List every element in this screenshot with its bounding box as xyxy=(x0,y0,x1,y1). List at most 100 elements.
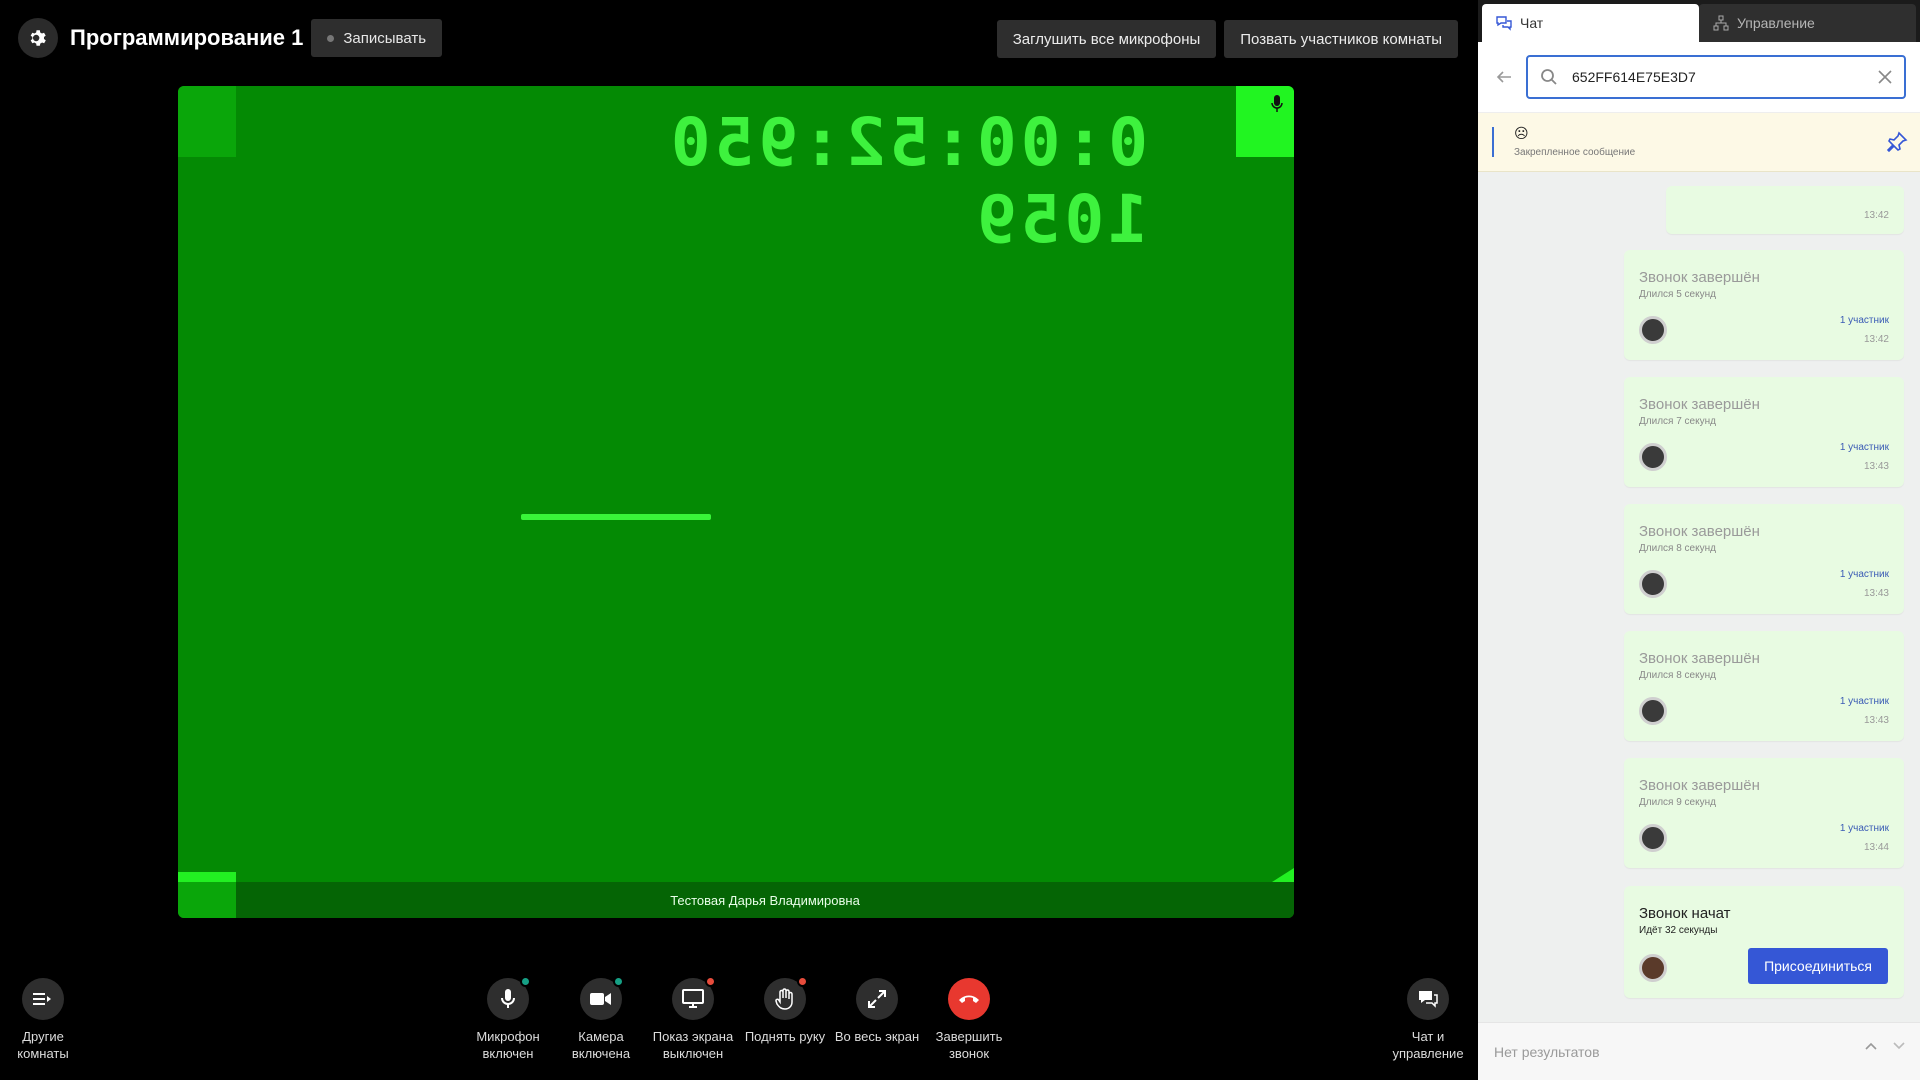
message-title: Звонок завершён xyxy=(1639,269,1760,286)
chat-toggle-label: Чат и управление xyxy=(1392,1029,1464,1061)
screen-status-badge xyxy=(705,976,716,987)
call-ended-message: Звонок завершён Длился 5 секунд 1 участн… xyxy=(1624,250,1904,360)
fullscreen-button[interactable]: Во весь экран xyxy=(832,978,922,1045)
top-actions: Заглушить все микрофоны Позвать участник… xyxy=(996,20,1458,58)
mute-all-button[interactable]: Заглушить все микрофоны xyxy=(996,20,1217,58)
monitor-icon xyxy=(682,989,704,1008)
message-time: 13:43 xyxy=(1863,461,1889,472)
settings-button[interactable] xyxy=(18,18,58,58)
back-button[interactable] xyxy=(1492,65,1516,89)
chevron-down-icon[interactable] xyxy=(1892,1041,1906,1051)
corner-marker-tr xyxy=(1236,86,1294,157)
message-time: 13:42 xyxy=(1863,210,1889,221)
message-title: Звонок завершён xyxy=(1639,523,1760,540)
camera-status-badge xyxy=(613,976,624,987)
pin-icon[interactable] xyxy=(1886,131,1908,153)
record-button[interactable]: Записывать xyxy=(311,19,443,57)
tab-chat-label: Чат xyxy=(1520,15,1544,31)
expand-icon xyxy=(868,990,886,1008)
message-participants[interactable]: 1 участник xyxy=(1840,569,1889,580)
message-time: 13:43 xyxy=(1863,715,1889,726)
chevron-up-icon[interactable] xyxy=(1864,1041,1878,1051)
message-participants[interactable]: 1 участник xyxy=(1840,315,1889,326)
pinned-label: Закрепленное сообщение xyxy=(1514,147,1636,158)
call-controls: Другие комнаты Микрофон включен Камера в… xyxy=(0,976,1478,1080)
mic-button[interactable]: Микрофон включен xyxy=(463,976,553,1062)
gear-icon xyxy=(30,30,46,46)
pinned-message[interactable]: ☹ Закрепленное сообщение xyxy=(1478,112,1920,172)
message-duration: Длился 9 секунд xyxy=(1639,797,1716,808)
avatar xyxy=(1639,824,1667,852)
chat-message: 13:42 xyxy=(1666,186,1904,234)
avatar xyxy=(1639,570,1667,598)
invite-participants-button[interactable]: Позвать участников комнаты xyxy=(1224,20,1458,58)
call-ended-message: Звонок завершён Длился 8 секунд 1 участн… xyxy=(1624,631,1904,741)
message-time: 13:43 xyxy=(1863,588,1889,599)
message-duration: Длился 7 секунд xyxy=(1639,416,1716,427)
message-duration: Длился 8 секунд xyxy=(1639,543,1716,554)
call-started-message: Звонок начат Идёт 32 секунды Присоединит… xyxy=(1624,886,1904,998)
result-nav xyxy=(1864,1041,1906,1051)
avatar xyxy=(1639,954,1667,982)
chat-toggle-button[interactable]: Чат и управление xyxy=(1383,978,1473,1062)
call-ended-message: Звонок завершён Длился 8 секунд 1 участн… xyxy=(1624,504,1904,614)
corner-marker-br xyxy=(1272,868,1294,882)
top-bar: Программирование 1 Записывать xyxy=(18,18,443,58)
raise-hand-button[interactable]: Поднять руку xyxy=(740,976,830,1045)
search-results-bar: Нет результатов xyxy=(1478,1022,1920,1080)
screen-share-label: Показ экрана выключен xyxy=(652,1029,734,1061)
microphone-icon xyxy=(501,989,515,1008)
message-participants[interactable]: 1 участник xyxy=(1840,696,1889,707)
message-duration: Длился 5 секунд xyxy=(1639,289,1716,300)
camera-icon xyxy=(590,993,611,1005)
arrow-left-icon xyxy=(1496,71,1511,83)
other-rooms-button[interactable]: Другие комнаты xyxy=(0,978,88,1062)
end-call-button[interactable]: Завершить звонок xyxy=(924,978,1014,1062)
hand-icon xyxy=(775,988,793,1010)
message-time: 13:42 xyxy=(1863,334,1889,345)
corner-marker-tl xyxy=(178,86,236,157)
room-title: Программирование 1 xyxy=(70,25,304,50)
tab-chat[interactable]: Чат xyxy=(1482,4,1699,42)
search-row xyxy=(1478,42,1920,112)
fullscreen-label: Во весь экран xyxy=(834,1029,920,1044)
panel-tabs: Чат Управление xyxy=(1478,0,1920,42)
message-title: Звонок завершён xyxy=(1639,777,1760,794)
side-panel: Чат Управление ☹ Закрепленное сообщение … xyxy=(1478,0,1920,1080)
search-icon xyxy=(1541,69,1557,85)
avatar xyxy=(1639,316,1667,344)
record-dot-icon xyxy=(327,34,335,42)
corner-marker-bl-line xyxy=(178,872,236,882)
mic-label: Микрофон включен xyxy=(476,1029,540,1061)
end-call-label: Завершить звонок xyxy=(935,1029,1003,1061)
chat-bubbles-icon xyxy=(1496,16,1512,31)
message-participants[interactable]: 1 участник xyxy=(1840,442,1889,453)
pinned-accent-bar xyxy=(1492,127,1494,157)
screen-share-button[interactable]: Показ экрана выключен xyxy=(648,976,738,1062)
tab-manage-label: Управление xyxy=(1737,15,1815,31)
hang-up-icon xyxy=(959,995,979,1003)
hierarchy-icon xyxy=(1713,15,1729,31)
tab-manage[interactable]: Управление xyxy=(1699,4,1916,42)
video-streak xyxy=(521,514,711,520)
join-call-button[interactable]: Присоединиться xyxy=(1748,948,1888,984)
no-results-label: Нет результатов xyxy=(1494,1043,1600,1060)
camera-label: Камера включена xyxy=(571,1029,631,1061)
video-timecode: 0:00:52:950 1059 xyxy=(666,104,1148,258)
search-input[interactable] xyxy=(1570,68,1878,86)
camera-button[interactable]: Камера включена xyxy=(556,976,646,1062)
participant-name: Тестовая Дарья Владимировна xyxy=(236,882,1294,918)
raise-hand-label: Поднять руку xyxy=(744,1029,826,1044)
message-duration: Идёт 32 секунды xyxy=(1639,925,1718,936)
rooms-list-icon xyxy=(33,993,51,1005)
message-time: 13:44 xyxy=(1863,842,1889,853)
other-rooms-label: Другие комнаты xyxy=(17,1029,69,1061)
mic-status-badge xyxy=(520,976,531,987)
message-participants[interactable]: 1 участник xyxy=(1840,823,1889,834)
video-tile: 0:00:52:950 1059 Тестовая Дарья Владимир… xyxy=(178,86,1294,918)
search-box xyxy=(1526,55,1906,99)
avatar xyxy=(1639,697,1667,725)
message-title: Звонок завершён xyxy=(1639,650,1760,667)
close-icon[interactable] xyxy=(1878,70,1892,84)
mic-indicator-icon xyxy=(1271,95,1283,112)
